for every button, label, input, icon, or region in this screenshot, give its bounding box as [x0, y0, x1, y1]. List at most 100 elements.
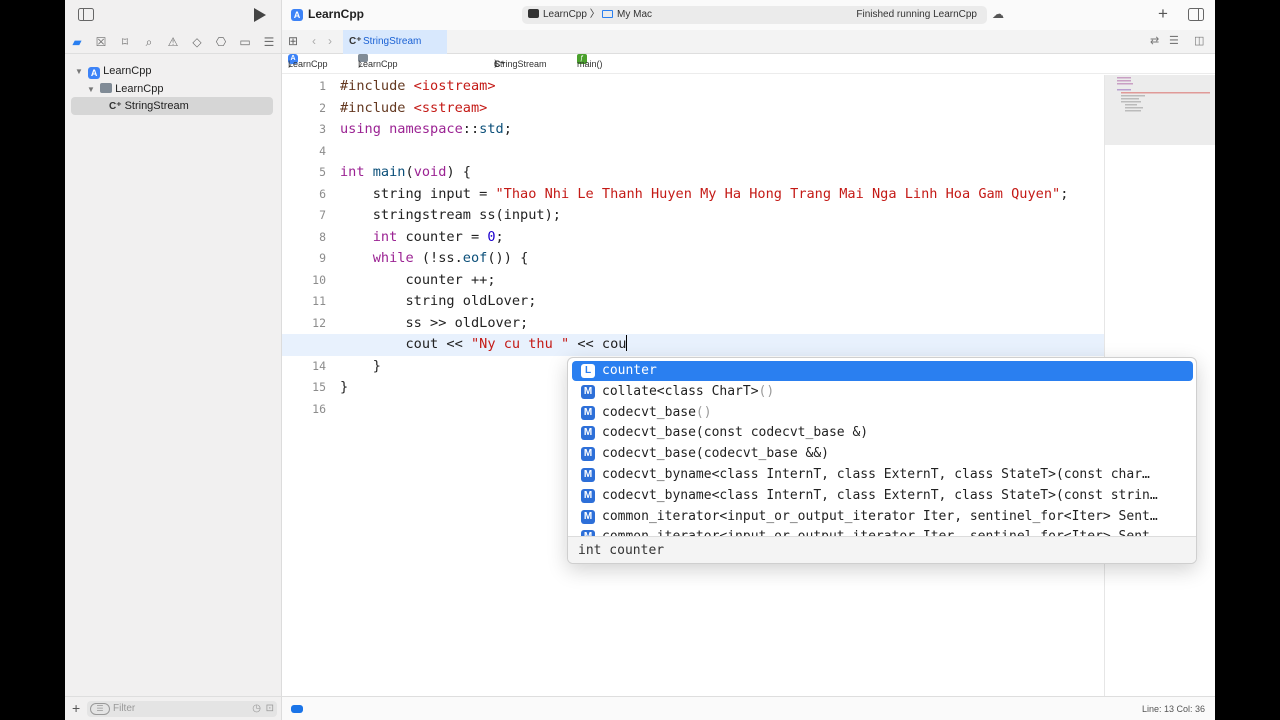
line-number: 15 [312, 380, 326, 394]
tree-item-group[interactable]: ▼ LearnCpp [71, 80, 276, 98]
code-token: while [372, 250, 422, 266]
report-icon[interactable]: ☰ [261, 34, 277, 50]
code-line[interactable]: stringstream ss(input); [340, 205, 561, 227]
split-editor-icon[interactable]: ◫ [1194, 34, 1204, 47]
add-icon[interactable]: + [72, 700, 80, 716]
completion-item[interactable]: Mcollate<class CharT>() [572, 382, 1193, 402]
code-line[interactable]: #include <sstream> [340, 98, 487, 120]
plus-icon[interactable]: + [1158, 4, 1168, 24]
completion-item[interactable]: Mcommon_iterator<input_or_output_iterato… [572, 527, 1193, 536]
completion-item-label: counter [602, 363, 657, 378]
code-line[interactable]: int main(void) { [340, 162, 471, 184]
line-number: 2 [319, 100, 326, 115]
breadcrumb-group-label: LearnCpp [358, 59, 398, 69]
tab-stringstream[interactable]: C⁺ StringStream [343, 30, 447, 54]
project-navigator: ▰ ☒ ⌑ ⌕ ⚠ ◇ ⎔ ▭ ☰ ▼ A LearnCpp ▼ LearnCp… [65, 0, 282, 720]
search-icon[interactable]: ⌕ [141, 34, 157, 50]
breadcrumb-group[interactable]: LearnCpp 〉 [358, 54, 398, 74]
tree-item-project[interactable]: ▼ A LearnCpp [71, 62, 276, 80]
code-token: (!ss. [421, 250, 463, 266]
method-icon: M [581, 447, 595, 462]
code-line[interactable]: ss >> oldLover; [340, 313, 528, 335]
scheme-target[interactable]: LearnCpp 〉 [528, 6, 600, 24]
code-line[interactable]: } [340, 377, 348, 399]
recent-files-icon[interactable]: ◷ [252, 701, 261, 717]
line-number: 4 [319, 143, 326, 158]
disclosure-icon[interactable]: ▼ [75, 63, 85, 81]
issue-icon[interactable]: ⚠ [165, 34, 181, 50]
method-icon: M [581, 509, 595, 524]
code-line[interactable]: int counter = 0; [340, 227, 504, 249]
run-destination[interactable]: My Mac [602, 6, 652, 24]
code-line[interactable]: using namespace::std; [340, 119, 512, 141]
code-token: ; [495, 228, 504, 245]
code-line[interactable]: string input = "Thao Nhi Le Thanh Huyen … [340, 184, 1069, 206]
code-line[interactable]: counter ++; [340, 270, 496, 292]
grid-icon[interactable]: ⊞ [288, 34, 298, 48]
completion-item[interactable]: Mcodecvt_byname<class InternT, class Ext… [572, 465, 1193, 485]
method-icon: M [581, 405, 595, 420]
filter-input[interactable]: ☰ Filter ◷ ⊡ [87, 701, 277, 717]
code-token: using [340, 121, 390, 137]
xcode-window: ▰ ☒ ⌑ ⌕ ⚠ ◇ ⎔ ▭ ☰ ▼ A LearnCpp ▼ LearnCp… [65, 0, 1215, 720]
completion-item[interactable]: Mcodecvt_base() [572, 403, 1193, 423]
line-number: 5 [319, 165, 326, 179]
code-line[interactable]: string oldLover; [340, 291, 536, 313]
breadcrumb-file[interactable]: C⁺ StringStream 〉 [494, 54, 547, 74]
project-app-icon: A [291, 9, 303, 21]
bookmark-icon[interactable]: ⌑ [117, 34, 133, 50]
breadcrumb-project[interactable]: A LearnCpp 〉 [288, 54, 328, 74]
completion-item[interactable]: Mcodecvt_base(const codecvt_base &) [572, 423, 1193, 443]
code-line[interactable]: cout << "Ny cu thu " << cou [340, 334, 628, 356]
code-token: int [340, 164, 373, 180]
completion-item[interactable]: Lcounter [572, 361, 1193, 381]
refresh-icon[interactable]: ⇄ [1150, 34, 1159, 47]
code-completion-popup[interactable]: Lcounter Mcollate<class CharT>() Mcodecvt_… [567, 357, 1197, 564]
run-destination-label: My Mac [617, 9, 652, 20]
scheme-selector[interactable]: LearnCpp 〉 My Mac Finished running Learn… [522, 6, 987, 24]
completion-item-label: common_iterator<input_or_output_iterator… [602, 508, 1158, 524]
line-number: 9 [319, 251, 326, 265]
code-line[interactable]: #include <iostream> [340, 76, 496, 98]
completion-item[interactable]: Mcodecvt_base(codecvt_base &&) [572, 444, 1193, 464]
method-icon: M [581, 488, 595, 503]
cursor-position: Line: 13 Col: 36 [1141, 704, 1205, 714]
code-token: string input = [340, 185, 496, 202]
source-control-icon[interactable]: ☒ [93, 34, 109, 50]
back-icon[interactable]: ‹ [312, 34, 316, 48]
line-number: 3 [319, 122, 326, 136]
inspector-toggle-icon[interactable] [1188, 8, 1204, 21]
method-icon: M [581, 384, 595, 399]
completion-item-signature: () [758, 383, 775, 399]
code-token: ; [1060, 185, 1069, 202]
modified-files-icon[interactable]: ⊡ [266, 701, 274, 717]
completion-item[interactable]: Mcodecvt_byname<class InternT, class Ext… [572, 486, 1193, 506]
play-icon[interactable] [253, 8, 267, 22]
sidebar-toggle-icon[interactable] [78, 8, 94, 21]
completion-item-signature: () [695, 404, 712, 420]
sidebar-top [65, 0, 282, 30]
test-icon[interactable]: ◇ [189, 34, 205, 50]
tab-label: StringStream [363, 36, 422, 47]
project-title: LearnCpp [308, 7, 365, 21]
code-token: ) { [446, 164, 471, 180]
code-token: counter ++; [340, 271, 496, 288]
completion-list[interactable]: Lcounter Mcollate<class CharT>() Mcodecvt_… [568, 358, 1196, 536]
debug-area-toggle-icon[interactable] [291, 705, 303, 713]
code-line[interactable]: while (!ss.eof()) { [340, 248, 529, 270]
filter-options-icon[interactable]: ☰ [90, 703, 110, 715]
forward-icon[interactable]: › [328, 34, 332, 48]
tree-item-file[interactable]: C⁺ StringStream [71, 97, 273, 115]
code-token: "Thao Nhi Le Thanh Huyen My Ha Hong Tran… [495, 185, 1061, 202]
code-line[interactable]: } [340, 356, 381, 378]
code-token: ss >> oldLover; [340, 314, 529, 331]
breakpoint-icon[interactable]: ▭ [237, 34, 253, 50]
completion-item[interactable]: Mcommon_iterator<input_or_output_iterato… [572, 507, 1193, 527]
editor-options-icon[interactable]: ☰ [1169, 34, 1179, 47]
method-icon: M [581, 426, 595, 441]
completion-item-label: codecvt_base [602, 404, 696, 420]
cpp-file-icon: C⁺ [109, 101, 122, 112]
folder-icon[interactable]: ▰ [69, 34, 85, 50]
breadcrumb-symbol-label: main() [577, 59, 603, 69]
debug-icon[interactable]: ⎔ [213, 34, 229, 50]
